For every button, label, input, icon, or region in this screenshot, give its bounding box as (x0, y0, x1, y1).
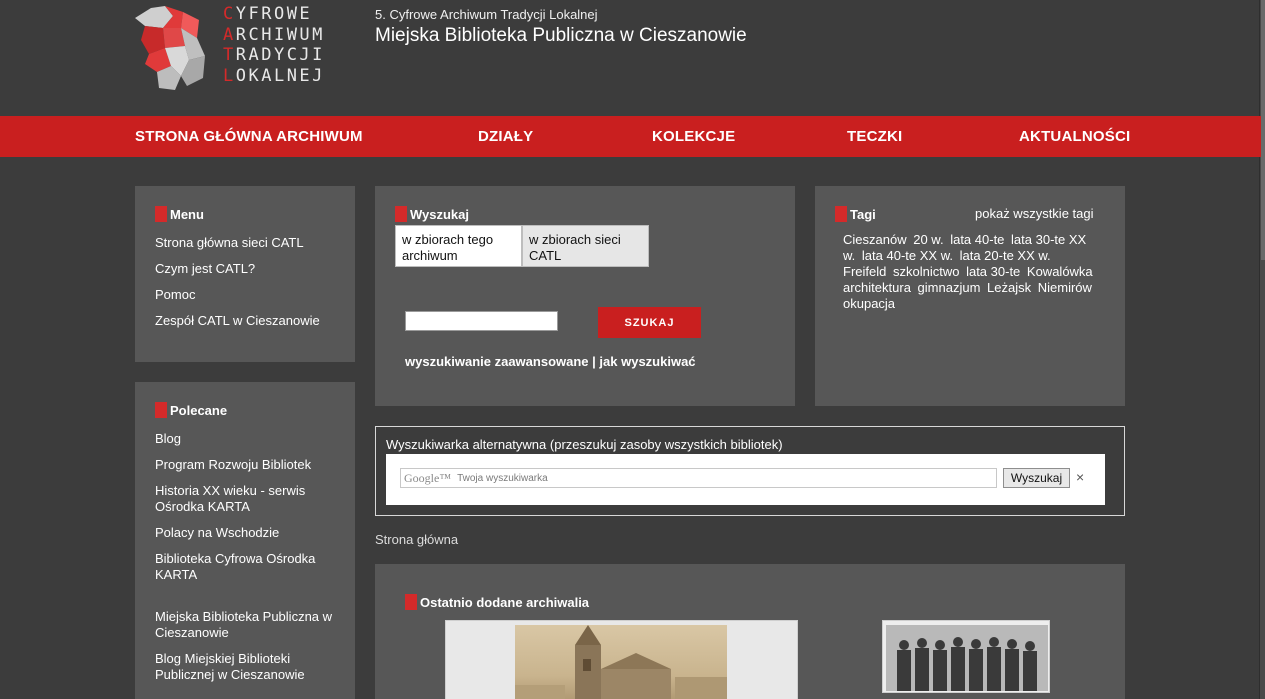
recommended-item-mbp[interactable]: Miejska Biblioteka Publiczna w Cieszanow… (155, 609, 340, 641)
logo-line: TRADYCJI (223, 45, 325, 66)
nav-sections[interactable]: DZIAŁY (478, 128, 533, 145)
tag-link[interactable]: architektura (843, 280, 911, 295)
tags-heading: Tagi (835, 206, 876, 222)
tag-link[interactable]: Kowalówka (1027, 264, 1093, 279)
logo-mark-icon (135, 6, 205, 90)
search-title: Wyszukaj (410, 206, 470, 222)
heading-marker-icon (155, 402, 167, 418)
recommended-item-mbp-blog[interactable]: Blog Miejskiej Biblioteki Publicznej w C… (155, 651, 340, 683)
menu-item-help[interactable]: Pomoc (155, 287, 320, 303)
archive-photo-group (886, 625, 1048, 691)
nav-folders[interactable]: TECZKI (847, 128, 902, 145)
close-icon[interactable]: × (1076, 469, 1084, 485)
scrollbar-thumb[interactable] (1261, 0, 1265, 260)
recent-title: Ostatnio dodane archiwalia (420, 594, 590, 610)
logo-line: ARCHIWUM (223, 25, 325, 46)
site-subtitle: 5. Cyfrowe Archiwum Tradycji Lokalnej (375, 7, 598, 22)
search-box: Wyszukaj w zbiorach tego archiwum w zbio… (375, 186, 795, 406)
tags-title: Tagi (850, 206, 876, 222)
google-search-button[interactable]: Wyszukaj (1003, 468, 1070, 488)
recommended-box: Polecane Blog Program Rozwoju Bibliotek … (135, 382, 355, 699)
menu-title: Menu (170, 206, 204, 222)
page-scrollbar[interactable] (1259, 0, 1265, 699)
tag-link[interactable]: gimnazjum (918, 280, 981, 295)
logo-line: LOKALNEJ (223, 66, 325, 87)
recent-item-thumbnail[interactable] (882, 620, 1050, 693)
tag-link[interactable]: Niemirów (1038, 280, 1092, 295)
menu-list: Strona główna sieci CATL Czym jest CATL?… (155, 235, 320, 329)
menu-item-team[interactable]: Zespół CATL w Cieszanowie (155, 313, 320, 329)
breadcrumb[interactable]: Strona główna (375, 532, 458, 547)
heading-marker-icon (395, 206, 407, 222)
logo-word-rest: YFROWE (235, 4, 313, 24)
tag-link[interactable]: okupacja (843, 296, 895, 311)
logo-initial: C (223, 4, 236, 24)
tag-link[interactable]: Freifeld (843, 264, 886, 279)
recommended-item-east[interactable]: Polacy na Wschodzie (155, 525, 340, 541)
google-search-input[interactable]: Google™ Twoja wyszukiwarka (400, 468, 997, 488)
recommended-item-blog[interactable]: Blog (155, 431, 340, 447)
heading-marker-icon (155, 206, 167, 222)
recent-item-thumbnail[interactable] (445, 620, 798, 699)
tag-link[interactable]: Leżajsk (987, 280, 1031, 295)
logo-word-rest: OKALNEJ (235, 65, 325, 86)
recommended-item-karta-library[interactable]: Biblioteka Cyfrowa Ośrodka KARTA (155, 551, 340, 583)
tag-link[interactable]: szkolnictwo (893, 264, 959, 279)
menu-heading: Menu (155, 206, 204, 222)
logo-initial: T (223, 45, 236, 65)
alternative-search-box: Wyszukiwarka alternatywna (przeszukuj za… (375, 426, 1125, 516)
logo-initial: L (223, 65, 236, 86)
scope-tab-local[interactable]: w zbiorach tego archiwum (395, 225, 522, 267)
logo-initial: A (223, 24, 236, 45)
alternative-search-title: Wyszukiwarka alternatywna (przeszukuj za… (386, 437, 783, 452)
tag-link[interactable]: Cieszanów (843, 232, 907, 247)
recent-archives-box: Ostatnio dodane archiwalia (375, 564, 1125, 699)
tag-link[interactable]: lata 20-te XX w. (960, 248, 1051, 263)
main-nav: STRONA GŁÓWNA ARCHIWUM DZIAŁY KOLEKCJE T… (0, 116, 1261, 157)
link-separator: | (592, 354, 596, 369)
google-logo: Google™ (404, 470, 452, 485)
tags-box: Tagi pokaż wszystkie tagi Cieszanów 20 w… (815, 186, 1125, 406)
site-title: Miejska Biblioteka Publiczna w Cieszanow… (375, 25, 747, 46)
nav-collections[interactable]: KOLEKCJE (652, 128, 735, 145)
recommended-item-history[interactable]: Historia XX wieku - serwis Ośrodka KARTA (155, 483, 340, 515)
recommended-heading: Polecane (155, 402, 227, 418)
archive-photo-church (515, 625, 727, 699)
search-button[interactable]: SZUKAJ (598, 307, 701, 338)
menu-box: Menu Strona główna sieci CATL Czym jest … (135, 186, 355, 362)
google-search-panel: Google™ Twoja wyszukiwarka Wyszukaj × (386, 454, 1105, 505)
recent-heading: Ostatnio dodane archiwalia (405, 594, 589, 610)
menu-item-about[interactable]: Czym jest CATL? (155, 261, 320, 277)
heading-marker-icon (835, 206, 847, 222)
recommended-item-prb[interactable]: Program Rozwoju Bibliotek (155, 457, 340, 473)
google-search-placeholder: Twoja wyszukiwarka (457, 472, 548, 484)
recommended-title: Polecane (170, 402, 228, 418)
scope-tab-network[interactable]: w zbiorach sieci CATL (522, 225, 649, 267)
logo-line: CYFROWE (223, 4, 325, 25)
show-all-tags-link[interactable]: pokaż wszystkie tagi (975, 206, 1094, 221)
nav-home[interactable]: STRONA GŁÓWNA ARCHIWUM (135, 128, 363, 145)
tag-cloud: Cieszanów 20 w. lata 40-te lata 30-te XX… (843, 232, 1103, 312)
search-heading: Wyszukaj (395, 206, 469, 222)
search-input[interactable] (405, 311, 558, 331)
tag-link[interactable]: 20 w. (913, 232, 943, 247)
logo-wordmark: CYFROWE ARCHIWUM TRADYCJI LOKALNEJ (223, 4, 325, 86)
nav-news[interactable]: AKTUALNOŚCI (1019, 128, 1130, 145)
how-to-search-link[interactable]: jak wyszukiwać (599, 354, 695, 369)
tag-link[interactable]: lata 40-te (950, 232, 1004, 247)
tag-link[interactable]: lata 30-te (966, 264, 1020, 279)
catl-logo[interactable]: CYFROWE ARCHIWUM TRADYCJI LOKALNEJ (135, 4, 340, 94)
logo-word-rest: RADYCJI (235, 45, 325, 65)
menu-item-catl-home[interactable]: Strona główna sieci CATL (155, 235, 320, 251)
tag-link[interactable]: lata 40-te XX w. (862, 248, 953, 263)
heading-marker-icon (405, 594, 417, 610)
search-help-links: wyszukiwanie zaawansowane | jak wyszukiw… (405, 354, 696, 369)
advanced-search-link[interactable]: wyszukiwanie zaawansowane (405, 354, 589, 369)
logo-word-rest: RCHIWUM (235, 24, 325, 45)
recommended-list: Blog Program Rozwoju Bibliotek Historia … (155, 431, 340, 683)
